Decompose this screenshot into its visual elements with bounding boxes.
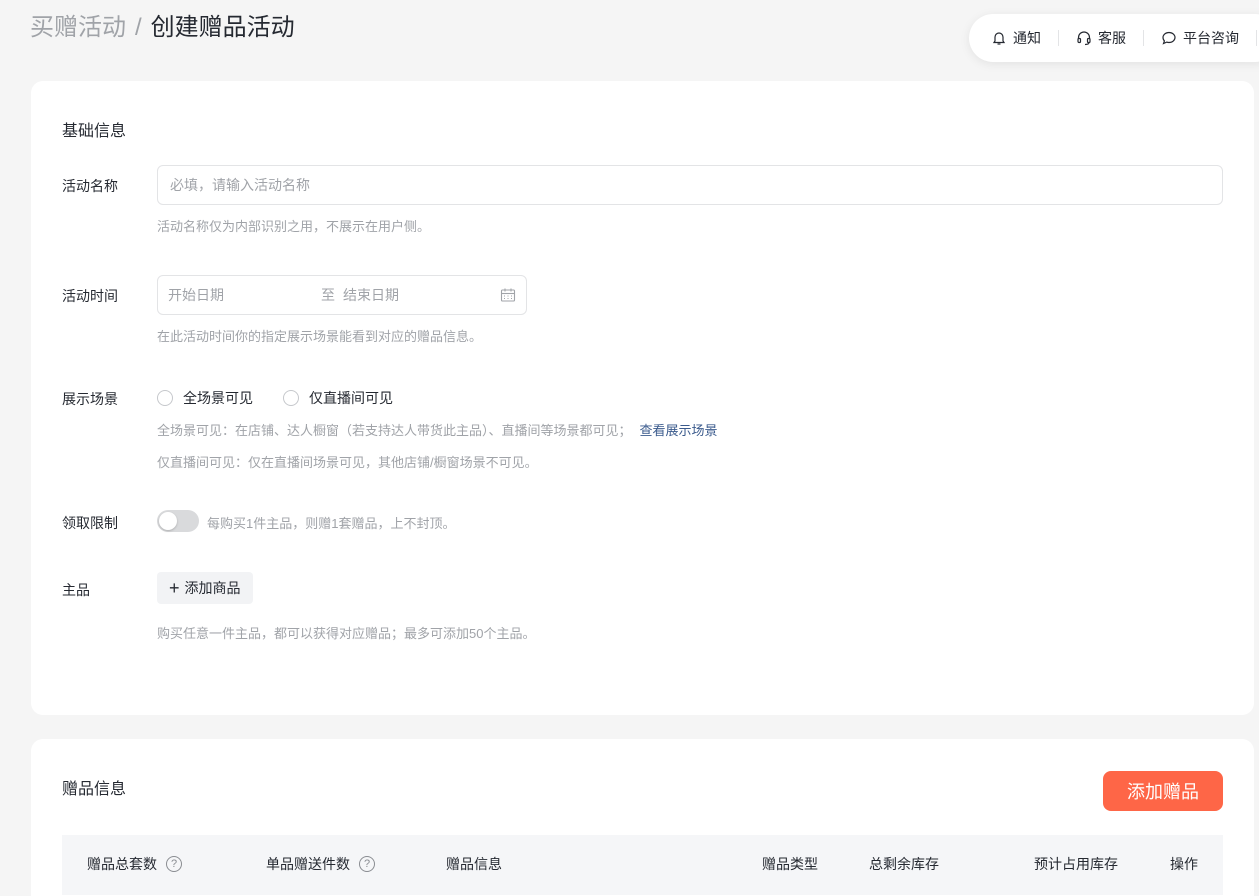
display-scene-help-1: 全场景可见：在店铺、达人橱窗（若支持达人带货此主品）、直播间等场景都可见； 查看展… [157,420,718,439]
calendar-icon[interactable] [500,287,516,303]
section-title-basic: 基础信息 [62,123,127,140]
radio-label: 全场景可见 [183,390,253,406]
start-date-input[interactable]: 开始日期 [168,285,318,305]
plus-icon: + [169,578,180,598]
divider [1058,30,1059,46]
section-title-gift: 赠品信息 [62,781,127,798]
activity-name-label: 活动名称 [62,178,118,194]
display-scene-radio-group: 全场景可见 仅直播间可见 [157,388,423,408]
radio-all-scenes[interactable]: 全场景可见 [157,388,253,408]
column-header: 总剩余库存 [869,856,939,872]
column-header: 预计占用库存 [1034,856,1118,872]
col-per-item-count: 单品赠送件数 ? [266,854,375,874]
claim-limit-label: 领取限制 [62,515,118,531]
notify-button[interactable]: 通知 [991,28,1041,48]
col-remaining-stock: 总剩余库存 [869,854,939,874]
headset-icon [1077,31,1091,46]
bell-icon [992,32,1006,45]
radio-circle[interactable] [157,390,173,406]
service-button[interactable]: 客服 [1076,28,1126,48]
breadcrumb: 买赠活动 / 创建赠品活动 [30,12,295,44]
radio-live-only[interactable]: 仅直播间可见 [283,388,393,408]
breadcrumb-separator: / [135,14,142,41]
col-gift-type: 赠品类型 [762,854,818,874]
column-header: 赠品类型 [762,856,818,872]
column-header: 操作 [1170,856,1198,872]
consult-label: 平台咨询 [1183,30,1239,46]
main-product-label: 主品 [62,582,90,598]
service-label: 客服 [1098,30,1126,46]
activity-name-input[interactable] [157,165,1223,205]
scene-help-text-1: 全场景可见：在店铺、达人橱窗（若支持达人带货此主品）、直播间等场景都可见； [157,423,632,438]
question-icon[interactable]: ? [166,856,182,872]
display-scene-label: 展示场景 [62,391,118,407]
add-product-label: 添加商品 [184,580,241,596]
top-toolbar: 通知 客服 平台咨询 [969,14,1259,62]
basic-info-card: 基础信息 活动名称 活动名称仅为内部识别之用，不展示在用户侧。 活动时间 开始日… [31,81,1254,715]
notify-label: 通知 [1013,30,1041,46]
claim-limit-text: 每购买1件主品，则赠1套赠品，上不封顶。 [207,516,456,531]
col-reserved-stock: 预计占用库存 [1034,854,1118,874]
question-icon[interactable]: ? [359,856,375,872]
date-range-separator: 至 [321,287,335,303]
date-range-picker[interactable]: 开始日期 至 结束日期 [157,275,527,315]
consult-button[interactable]: 平台咨询 [1161,28,1239,48]
view-scenes-link[interactable]: 查看展示场景 [640,423,718,438]
radio-label: 仅直播间可见 [309,390,393,406]
activity-time-help: 在此活动时间你的指定展示场景能看到对应的赠品信息。 [157,329,483,344]
column-header: 赠品总套数 [87,856,157,872]
gift-info-card: 赠品信息 添加赠品 赠品总套数 ? 单品赠送件数 ? 赠品信息 赠品类型 总剩余… [31,739,1254,896]
col-actions: 操作 [1170,854,1198,874]
display-scene-help-2: 仅直播间可见：仅在直播间场景可见，其他店铺/橱窗场景不可见。 [157,455,538,470]
toggle-knob [159,512,177,530]
breadcrumb-parent[interactable]: 买赠活动 [30,12,126,44]
column-header: 赠品信息 [446,856,502,872]
activity-name-help: 活动名称仅为内部识别之用，不展示在用户侧。 [157,219,431,234]
activity-time-label: 活动时间 [62,288,118,304]
main-product-help: 购买任意一件主品，都可以获得对应赠品；最多可添加50个主品。 [157,626,536,641]
page-title: 创建赠品活动 [150,14,295,41]
col-gift-info: 赠品信息 [446,854,502,874]
column-header: 单品赠送件数 [266,856,350,872]
gift-table-header: 赠品总套数 ? 单品赠送件数 ? 赠品信息 赠品类型 总剩余库存 预计占用库存 … [62,835,1223,895]
chat-bubble-icon [1162,31,1176,45]
divider [1143,30,1144,46]
radio-circle[interactable] [283,390,299,406]
claim-limit-toggle[interactable] [157,510,199,532]
add-product-button[interactable]: + 添加商品 [157,572,253,604]
end-date-input[interactable]: 结束日期 [343,285,500,305]
divider [1256,30,1257,46]
add-gift-button[interactable]: 添加赠品 [1103,771,1223,811]
col-total-sets: 赠品总套数 ? [87,854,182,874]
